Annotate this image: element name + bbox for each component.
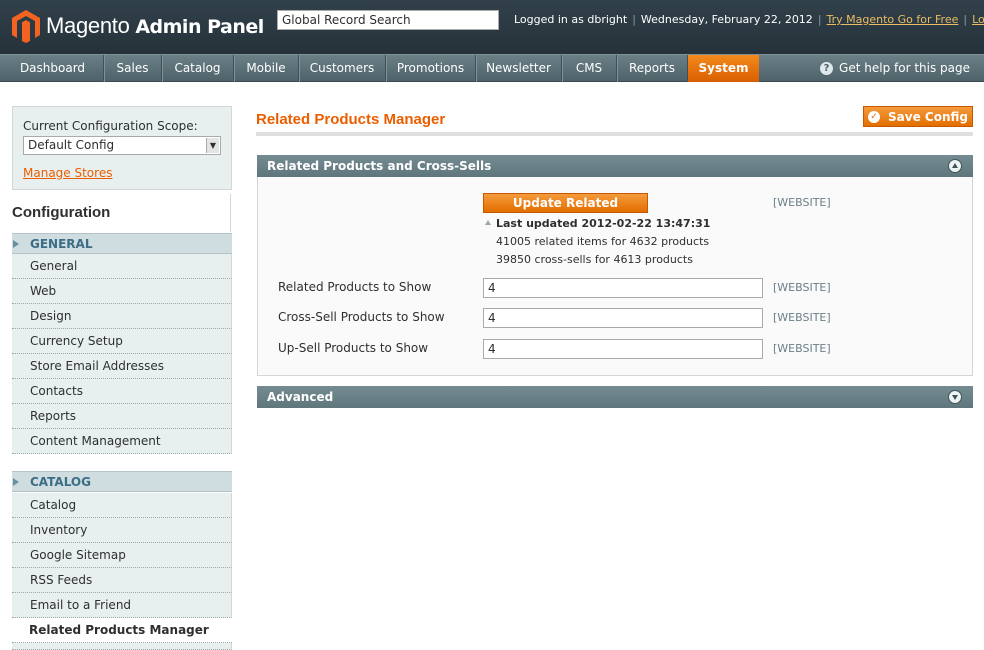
manage-stores-link[interactable]: Manage Stores (23, 166, 112, 180)
section-related-products-title: Related Products and Cross-Sells (267, 159, 492, 173)
main-nav: Dashboard Sales Catalog Mobile Customers… (0, 54, 984, 82)
crosssell-products-label: Cross-Sell Products to Show (278, 310, 445, 324)
page-title: Related Products Manager (256, 111, 446, 128)
expand-triangle-icon (13, 478, 19, 486)
nav-catalog[interactable]: Catalog (162, 55, 234, 82)
sidebar-item-content-management[interactable]: Content Management (12, 429, 232, 454)
logo-subtitle: Admin Panel (135, 16, 264, 38)
info-triangle-icon (485, 220, 491, 225)
current-date: Wednesday, February 22, 2012 (640, 13, 813, 26)
sidebar-item-related-products-manager[interactable]: Related Products Manager (12, 618, 232, 643)
expand-triangle-icon (13, 240, 19, 248)
scope-tag: [WEBSITE] (773, 196, 831, 209)
scope-tag: [WEBSITE] (773, 311, 831, 324)
help-link[interactable]: ? Get help for this page (820, 55, 970, 82)
nav-newsletter[interactable]: Newsletter (476, 55, 562, 82)
save-config-label: Save Config (888, 109, 968, 124)
nav-promotions[interactable]: Promotions (386, 55, 476, 82)
section-advanced-header[interactable]: Advanced (257, 386, 973, 408)
section-advanced-title: Advanced (267, 390, 334, 404)
help-text: Get help for this page (839, 61, 970, 75)
scope-tag: [WEBSITE] (773, 342, 831, 355)
dropdown-arrow-icon: ▼ (206, 138, 219, 153)
nav-customers[interactable]: Customers (299, 55, 386, 82)
last-updated-text: Last updated 2012-02-22 13:47:31 (496, 217, 711, 230)
section-related-products-header[interactable]: Related Products and Cross-Sells (257, 155, 973, 177)
related-count-text: 41005 related items for 4632 products (496, 235, 710, 248)
expand-icon[interactable] (948, 390, 962, 404)
config-scope-box: Current Configuration Scope: Default Con… (12, 106, 232, 190)
magento-logo-icon (12, 10, 40, 43)
related-products-label: Related Products to Show (278, 280, 432, 294)
nav-reports[interactable]: Reports (617, 55, 688, 82)
scope-select[interactable]: Default Config ▼ (23, 136, 221, 155)
sidebar-item-google-sitemap[interactable]: Google Sitemap (12, 543, 232, 568)
crosssell-count-text: 39850 cross-sells for 4613 products (496, 253, 693, 266)
title-divider (256, 132, 973, 136)
try-magento-link[interactable]: Try Magento Go for Free (827, 13, 959, 26)
check-icon: ✓ (868, 110, 881, 123)
group-catalog[interactable]: CATALOG (12, 471, 232, 492)
nav-mobile[interactable]: Mobile (234, 55, 299, 82)
nav-cms[interactable]: CMS (562, 55, 617, 82)
update-related-products-button[interactable]: Update Related Products (483, 193, 648, 228)
sidebar-item-web[interactable]: Web (12, 279, 232, 304)
sidebar-item-catalog[interactable]: Catalog (12, 493, 232, 518)
group-general[interactable]: GENERAL (12, 233, 232, 254)
sidebar-item-next (12, 643, 232, 650)
header-bar: Magento Admin Panel Logged in as dbright… (0, 0, 984, 54)
nav-sales[interactable]: Sales (104, 55, 162, 82)
help-icon: ? (820, 62, 834, 75)
sidebar-title: Configuration (12, 194, 231, 232)
nav-dashboard[interactable]: Dashboard (0, 55, 104, 82)
sidebar-item-design[interactable]: Design (12, 304, 232, 329)
logo-word: Magento (46, 13, 130, 38)
upsell-products-input[interactable] (483, 339, 763, 359)
sidebar-item-reports[interactable]: Reports (12, 404, 232, 429)
scope-select-value: Default Config (28, 138, 115, 152)
sidebar-item-contacts[interactable]: Contacts (12, 379, 232, 404)
sidebar-item-currency-setup[interactable]: Currency Setup (12, 329, 232, 354)
upsell-products-label: Up-Sell Products to Show (278, 341, 429, 355)
sidebar-item-email-friend[interactable]: Email to a Friend (12, 593, 232, 618)
sidebar-item-store-email[interactable]: Store Email Addresses (12, 354, 232, 379)
sidebar-item-inventory[interactable]: Inventory (12, 518, 232, 543)
sidebar-item-rss-feeds[interactable]: RSS Feeds (12, 568, 232, 593)
save-config-button[interactable]: ✓ Save Config (863, 106, 973, 127)
logout-link[interactable]: Log Out (972, 13, 984, 26)
logged-in-text: Logged in as dbright (514, 13, 628, 26)
crosssell-products-input[interactable] (483, 308, 763, 328)
scope-label: Current Configuration Scope: (23, 119, 198, 133)
related-products-input[interactable] (483, 278, 763, 298)
magento-logo[interactable]: Magento Admin Panel (12, 9, 264, 44)
nav-system[interactable]: System (688, 55, 759, 82)
scope-tag: [WEBSITE] (773, 281, 831, 294)
collapse-icon[interactable] (948, 159, 962, 173)
header-links: Logged in as dbright | Wednesday, February… (514, 13, 984, 26)
global-search-input[interactable] (277, 10, 499, 30)
sidebar-item-general[interactable]: General (12, 254, 232, 279)
